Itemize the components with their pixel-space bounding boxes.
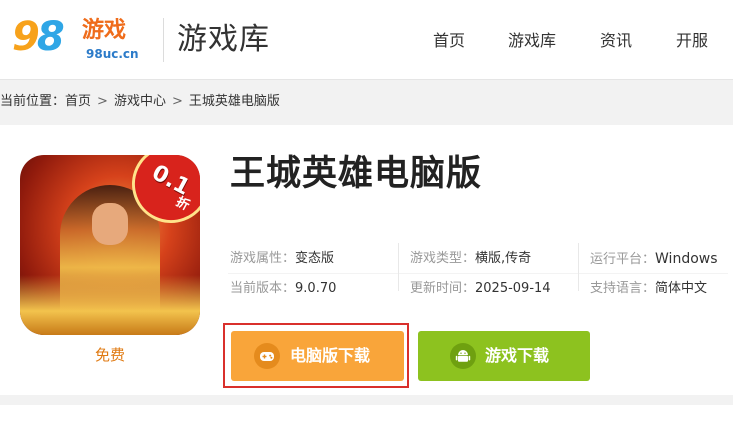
site-header: 98 游戏 98uc.cn 游戏库 首页 游戏库 资讯 开服 [0,0,733,80]
game-download-button[interactable]: 游戏下载 [418,331,590,381]
breadcrumb-game-center[interactable]: 游戏中心 [114,93,166,111]
info-attribute: 游戏属性：变态版 [230,250,334,268]
info-column-divider [398,243,399,291]
info-platform: 运行平台：Windows [590,250,718,269]
game-icon-gold [20,275,200,335]
game-title: 王城英雄电脑版 [230,154,483,194]
logo-game-word: 游戏 [82,18,127,43]
info-type-value: 横版,传奇 [475,251,532,266]
nav-news[interactable]: 资讯 [600,30,632,52]
info-type-key: 游戏类型： [410,251,476,266]
logo-digit-9: 9 [12,14,40,60]
info-type: 游戏类型：横版,传奇 [410,250,531,268]
info-divider [228,273,728,274]
logo-98: 98 [12,14,65,60]
info-update-time-value: 2025-09-14 [475,281,551,296]
game-icon[interactable]: 0.1 折 [20,155,200,335]
breadcrumb: 当前位置：首页 > 游戏中心 > 王城英雄电脑版 [0,93,280,111]
breadcrumb-separator: > [171,94,183,109]
breadcrumb-current[interactable]: 王城英雄电脑版 [189,93,280,111]
nav-home[interactable]: 首页 [433,30,465,52]
nav-server-open[interactable]: 开服 [676,30,708,52]
next-section-card [0,405,733,441]
pc-download-button[interactable]: 电脑版下载 [231,331,404,381]
header-divider [163,18,164,62]
pc-download-label: 电脑版下载 [290,346,371,365]
info-platform-key: 运行平台： [590,252,656,267]
logo-url: 98uc.cn [86,47,139,61]
info-attribute-key: 游戏属性： [230,251,296,266]
info-platform-value: Windows [655,251,718,267]
price-label: 免费 [94,346,125,364]
header-title: 游戏库 [177,22,270,57]
info-attribute-value: 变态版 [295,251,335,266]
nav-game-library[interactable]: 游戏库 [508,30,556,52]
info-version-key: 当前版本： [230,281,296,296]
info-language-key: 支持语言： [590,281,656,296]
breadcrumb-home[interactable]: 首页 [65,93,91,111]
game-download-label: 游戏下载 [485,346,550,365]
info-update-time-key: 更新时间： [410,281,476,296]
info-column-divider [578,243,579,291]
game-icon-face [92,203,128,245]
info-version: 当前版本：9.0.70 [230,280,336,298]
game-detail-card: 0.1 折 免费 王城英雄电脑版 游戏属性：变态版 游戏类型：横版,传奇 运行平… [0,125,733,395]
logo-digit-8: 8 [36,14,65,60]
gamepad-icon [254,343,280,369]
info-language: 支持语言：简体中文 [590,280,707,298]
info-version-value: 9.0.70 [295,281,337,296]
breadcrumb-prefix: 当前位置： [0,94,66,109]
android-icon [450,343,476,369]
site-logo[interactable]: 98 游戏 98uc.cn [12,12,152,68]
info-language-value: 简体中文 [655,281,708,296]
info-update-time: 更新时间：2025-09-14 [410,280,551,298]
breadcrumb-separator: > [97,94,108,109]
